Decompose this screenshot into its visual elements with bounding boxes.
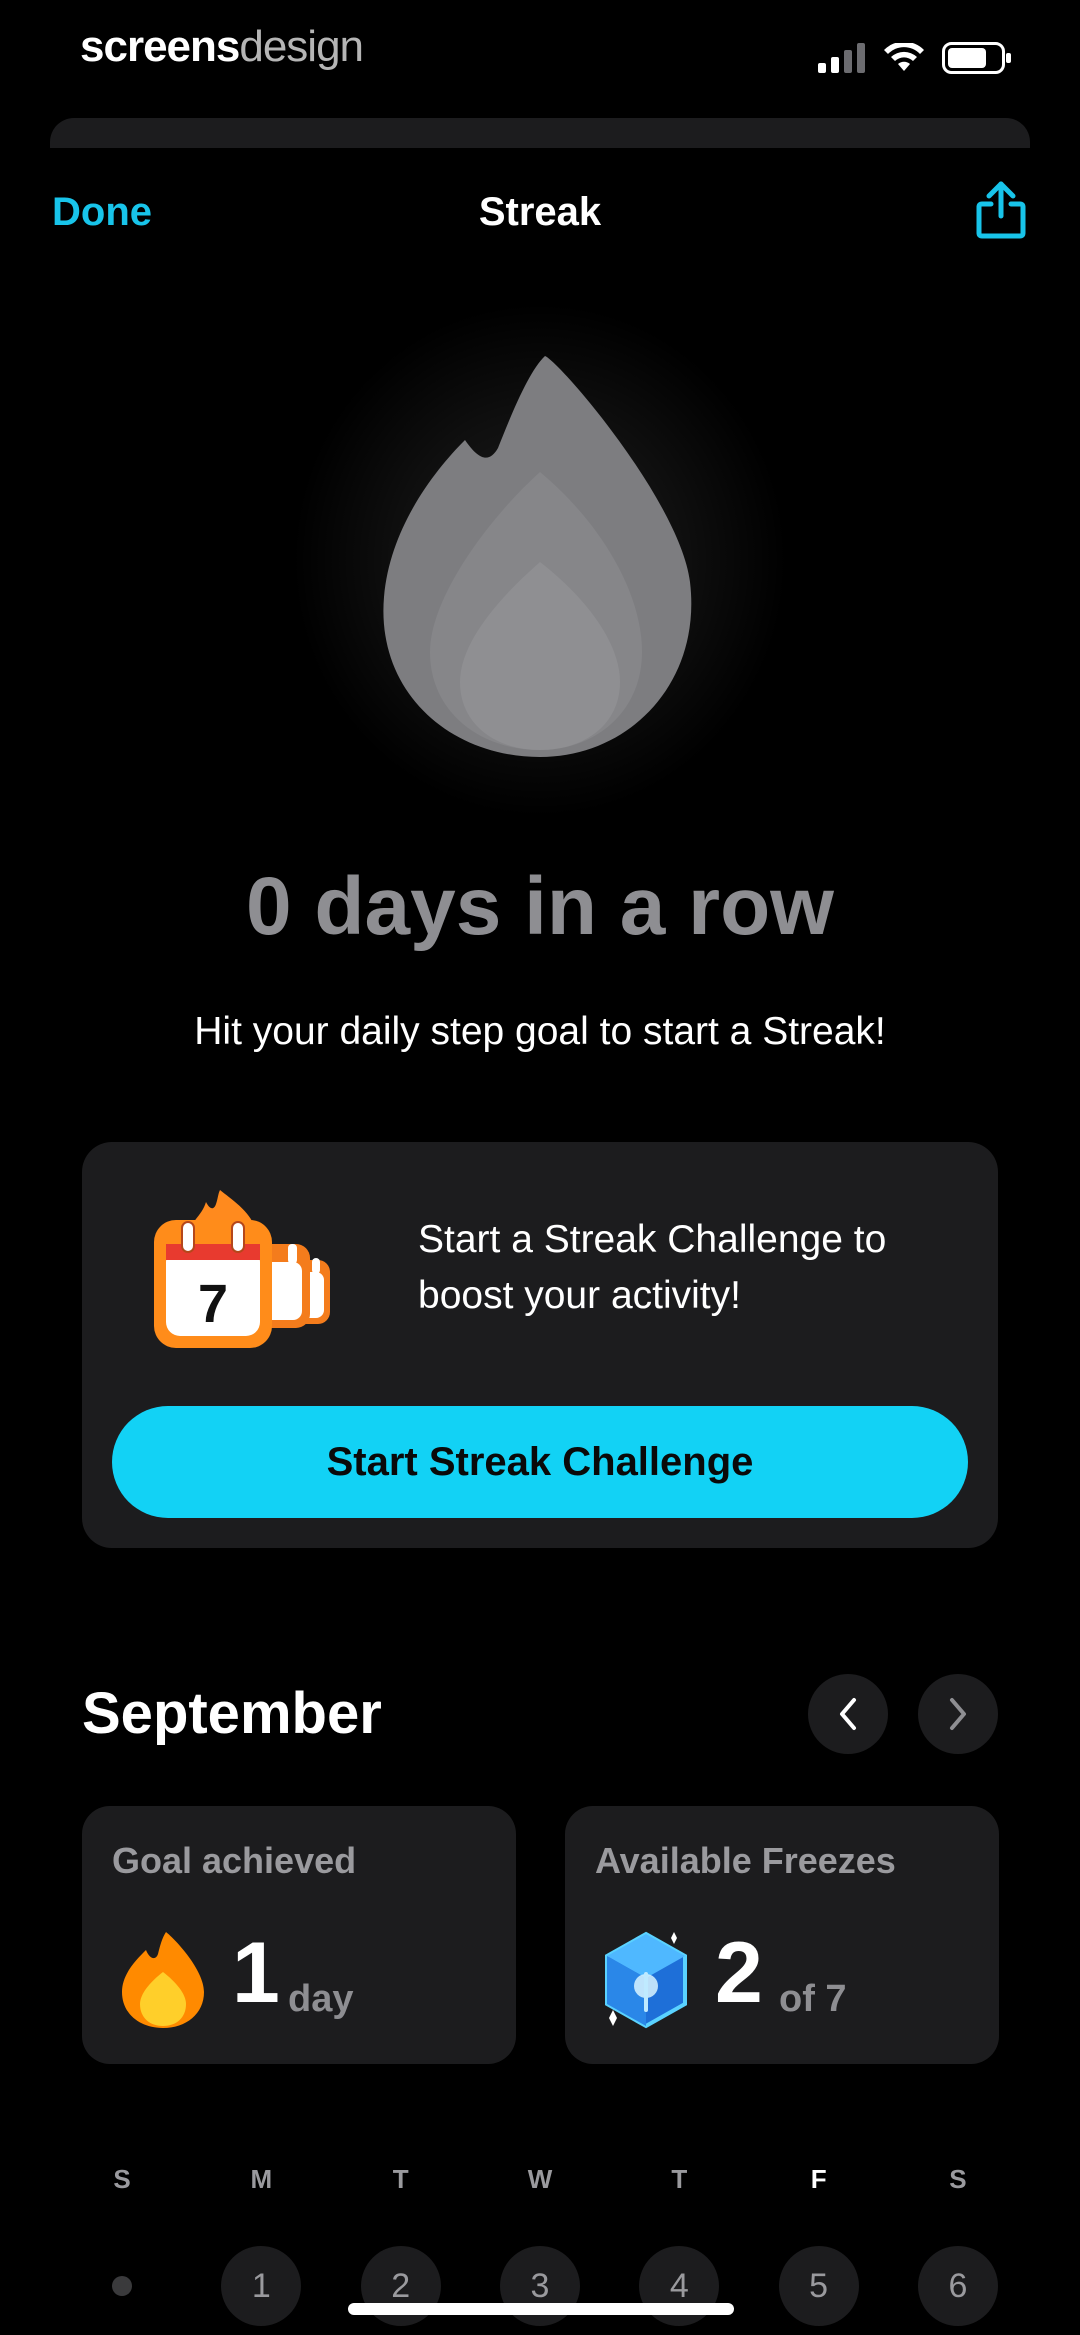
next-month-button[interactable] (918, 1674, 998, 1754)
start-streak-challenge-button[interactable]: Start Streak Challenge (112, 1406, 968, 1518)
goal-achieved-value: 1 (232, 1925, 280, 2021)
status-bar-icons (818, 42, 1012, 74)
flame-icon (122, 1932, 204, 2028)
weekday-label: T (392, 2164, 409, 2194)
month-title: September (82, 1681, 382, 1746)
weekday-label-today: F (810, 2164, 827, 2194)
streak-challenge-card: 7 Start a Streak Challenge to boost your… (82, 1142, 998, 1548)
weekday-label: W (527, 2164, 553, 2194)
watermark-part-2: design (239, 22, 364, 71)
page-title: Streak (478, 190, 602, 234)
available-freezes-label: Available Freezes (595, 1840, 896, 1881)
calendar-day[interactable]: 1 (221, 2246, 302, 2326)
home-indicator[interactable] (348, 2303, 734, 2315)
available-freezes-value: 2 (715, 1925, 763, 2021)
challenge-description: Start a Streak Challenge to boost your a… (418, 1218, 887, 1317)
calendar-day[interactable]: 5 (778, 2246, 859, 2326)
screensdesign-watermark: screensdesign (80, 22, 364, 72)
freeze-ice-cube-icon (605, 1931, 687, 2029)
goal-achieved-card: Goal achieved 1 day (82, 1806, 516, 2064)
streak-calendar-icon: 7 (154, 1190, 330, 1348)
available-freezes-card: Available Freezes 2 of 7 (565, 1806, 999, 2064)
streak-hint: Hit your daily step goal to start a Stre… (194, 1010, 886, 1053)
previous-month-button[interactable] (808, 1674, 888, 1754)
available-freezes-unit: of 7 (779, 1978, 847, 2020)
streak-count: 0 days in a row (246, 861, 834, 952)
chevron-left-icon (840, 1698, 856, 1730)
goal-achieved-label: Goal achieved (112, 1840, 357, 1881)
battery-icon (942, 42, 1011, 74)
navigation-bar: Done Streak (0, 180, 1080, 250)
cellular-signal-icon (818, 43, 865, 73)
chevron-right-icon (950, 1698, 966, 1730)
weekday-label: S (113, 2164, 131, 2194)
watermark-part-1: screens (80, 22, 240, 71)
weekday-label: T (671, 2164, 688, 2194)
wifi-icon (884, 43, 924, 71)
goal-achieved-unit: day (288, 1978, 354, 2020)
calendar-day[interactable]: 6 (917, 2246, 998, 2326)
calendar-day-placeholder (82, 2246, 162, 2326)
weekday-header: S M T W T F S (82, 2164, 998, 2195)
streak-flame-icon (383, 356, 692, 757)
calendar-number: 7 (198, 1274, 228, 1334)
weekday-label: M (250, 2164, 273, 2194)
share-icon[interactable] (974, 180, 1028, 240)
weekday-label: S (949, 2164, 967, 2194)
background-sheet-edge (50, 118, 1030, 148)
empty-day-dot (112, 2276, 132, 2296)
